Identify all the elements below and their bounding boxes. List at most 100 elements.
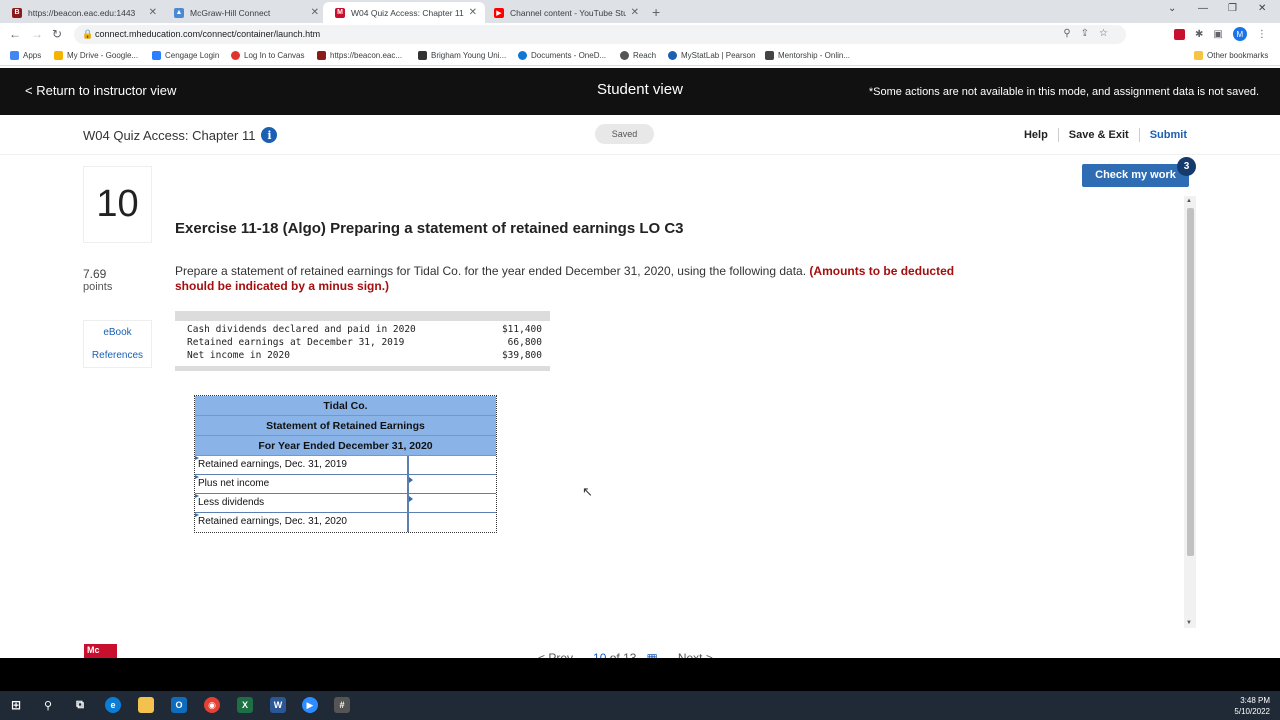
system-clock[interactable]: 3:48 PM 5/10/2022: [1234, 695, 1270, 717]
help-button[interactable]: Help: [1024, 129, 1048, 141]
bookmark-item[interactable]: Cengage Login: [152, 51, 219, 60]
account-dropdown[interactable]: Retained earnings, Dec. 31, 2019: [195, 456, 409, 474]
check-my-work-button[interactable]: Check my work: [1082, 164, 1189, 187]
scrollbar-thumb[interactable]: [1187, 208, 1194, 556]
task-view-icon[interactable]: ⧉: [72, 697, 88, 713]
amount-input[interactable]: [409, 476, 496, 495]
reach-icon: [620, 51, 629, 60]
account-dropdown[interactable]: Plus net income: [195, 475, 409, 493]
close-window-icon[interactable]: ✕: [1258, 3, 1266, 14]
tab-search-icon[interactable]: ⌄: [1168, 3, 1176, 14]
dropdown-marker-icon: [195, 494, 199, 498]
browser-tab-active[interactable]: M W04 Quiz Access: Chapter 11 ✕: [323, 2, 485, 23]
account-dropdown[interactable]: Retained earnings, Dec. 31, 2020: [195, 513, 409, 532]
scroll-down-icon[interactable]: ▼: [1186, 620, 1192, 626]
apps-grid-icon: [10, 51, 19, 60]
search-icon[interactable]: ⚲: [40, 697, 56, 713]
side-panel-icon[interactable]: ▣: [1213, 29, 1222, 40]
url-text: connect.mheducation.com/connect/containe…: [95, 29, 321, 39]
minimize-icon[interactable]: —: [1198, 3, 1208, 14]
bookmark-label: Log In to Canvas: [244, 51, 305, 60]
bookmark-item[interactable]: Documents - OneD...: [518, 51, 606, 60]
back-icon[interactable]: ←: [9, 27, 21, 41]
tab-title: W04 Quiz Access: Chapter 11: [351, 7, 464, 18]
bookmark-item[interactable]: Brigham Young Uni...: [418, 51, 506, 60]
browser-tab[interactable]: ▲ McGraw-Hill Connect ✕: [162, 2, 327, 23]
restore-icon[interactable]: ❐: [1228, 3, 1237, 14]
bookmark-item[interactable]: Reach: [620, 51, 656, 60]
connect-favicon-icon: ▲: [174, 7, 184, 18]
chrome-menu-icon[interactable]: ⋮: [1257, 29, 1267, 40]
other-bookmarks[interactable]: Other bookmarks: [1194, 51, 1268, 60]
chrome-icon[interactable]: ◉: [204, 697, 220, 713]
account-label: Plus net income: [198, 478, 270, 489]
forward-icon[interactable]: →: [31, 27, 43, 41]
tab-title: Channel content - YouTube Stud: [510, 7, 626, 18]
outlook-icon[interactable]: O: [171, 697, 187, 713]
reload-icon[interactable]: ↻: [52, 27, 62, 41]
pearson-icon: [668, 51, 677, 60]
statement-name: Statement of Retained Earnings: [195, 416, 496, 436]
quiz-title: W04 Quiz Access: Chapter 11: [83, 127, 256, 143]
acrobat-extension-icon[interactable]: [1174, 28, 1185, 40]
check-attempts-badge: 3: [1177, 157, 1196, 176]
extensions-puzzle-icon[interactable]: ✱: [1195, 29, 1203, 40]
url-input[interactable]: 🔒 connect.mheducation.com/connect/contai…: [74, 25, 1126, 44]
saved-status-badge: Saved: [595, 124, 654, 144]
save-exit-button[interactable]: Save & Exit: [1069, 129, 1129, 141]
windows-start-icon[interactable]: ⊞: [8, 697, 24, 713]
amount-cell[interactable]: [409, 494, 496, 514]
bookmark-item[interactable]: My Drive - Google...: [54, 51, 138, 60]
share-icon[interactable]: ⇪: [1081, 28, 1099, 39]
onedrive-icon: [518, 51, 527, 60]
account-dropdown[interactable]: Less dividends: [195, 494, 409, 512]
new-tab-icon[interactable]: +: [652, 4, 660, 20]
assignment-header: W04 Quiz Access: Chapter 11 i Saved Help…: [0, 115, 1280, 155]
amount-input[interactable]: [409, 495, 496, 514]
omnibox-actions[interactable]: ⚲⇪☆: [1063, 28, 1118, 39]
resources-panel: eBook References: [83, 320, 152, 368]
close-tab-icon[interactable]: ✕: [311, 7, 319, 18]
bookmark-item[interactable]: Log In to Canvas: [231, 51, 304, 60]
bookmark-apps[interactable]: Apps: [10, 51, 41, 60]
bookmark-label: My Drive - Google...: [67, 51, 139, 60]
bookmark-label: Documents - OneD...: [531, 51, 607, 60]
byu-icon: [418, 51, 427, 60]
excel-icon[interactable]: X: [237, 697, 253, 713]
bookmark-item[interactable]: https://beacon.eac...: [317, 51, 402, 60]
profile-avatar[interactable]: M: [1232, 27, 1247, 41]
zoom-app-icon[interactable]: ▶: [302, 697, 318, 713]
browser-tab[interactable]: ▶ Channel content - YouTube Stud ✕: [482, 2, 647, 23]
close-tab-icon[interactable]: ✕: [469, 7, 477, 18]
bookmark-label: MyStatLab | Pearson: [681, 51, 756, 60]
data-value: $39,800: [501, 350, 542, 361]
info-icon[interactable]: i: [261, 127, 278, 143]
canvas-icon: [231, 51, 240, 60]
ebook-button[interactable]: eBook: [84, 321, 151, 344]
prompt-text: Prepare a statement of retained earnings…: [175, 264, 807, 278]
browser-tab[interactable]: B https://beacon.eac.edu:1443 ✕: [0, 2, 165, 23]
scroll-up-icon[interactable]: ▲: [1186, 198, 1192, 204]
amount-input[interactable]: [409, 457, 496, 476]
data-label: Retained earnings at December 31, 2019: [187, 337, 405, 348]
youtube-favicon-icon: ▶: [494, 7, 504, 18]
amount-input[interactable]: [409, 514, 496, 533]
tab-title: https://beacon.eac.edu:1443: [28, 7, 136, 18]
edge-icon[interactable]: e: [105, 697, 121, 713]
word-icon[interactable]: W: [270, 697, 286, 713]
amount-cell[interactable]: [409, 513, 496, 533]
amount-cell[interactable]: [409, 475, 496, 495]
submit-button[interactable]: Submit: [1150, 129, 1187, 141]
file-explorer-icon[interactable]: [138, 697, 154, 713]
mouse-cursor-icon: ↖: [582, 484, 593, 499]
amount-cell[interactable]: [409, 456, 496, 476]
calculator-icon[interactable]: #: [334, 697, 350, 713]
bookmark-star-icon[interactable]: ☆: [1099, 28, 1118, 39]
zoom-icon[interactable]: ⚲: [1063, 28, 1080, 39]
bookmark-item[interactable]: MyStatLab | Pearson: [668, 51, 756, 60]
close-tab-icon[interactable]: ✕: [149, 7, 157, 18]
bookmark-item[interactable]: Mentorship - Onlin...: [765, 51, 850, 60]
references-button[interactable]: References: [84, 344, 151, 367]
content-scrollbar[interactable]: ▲ ▼: [1184, 196, 1196, 628]
close-tab-icon[interactable]: ✕: [631, 7, 639, 18]
